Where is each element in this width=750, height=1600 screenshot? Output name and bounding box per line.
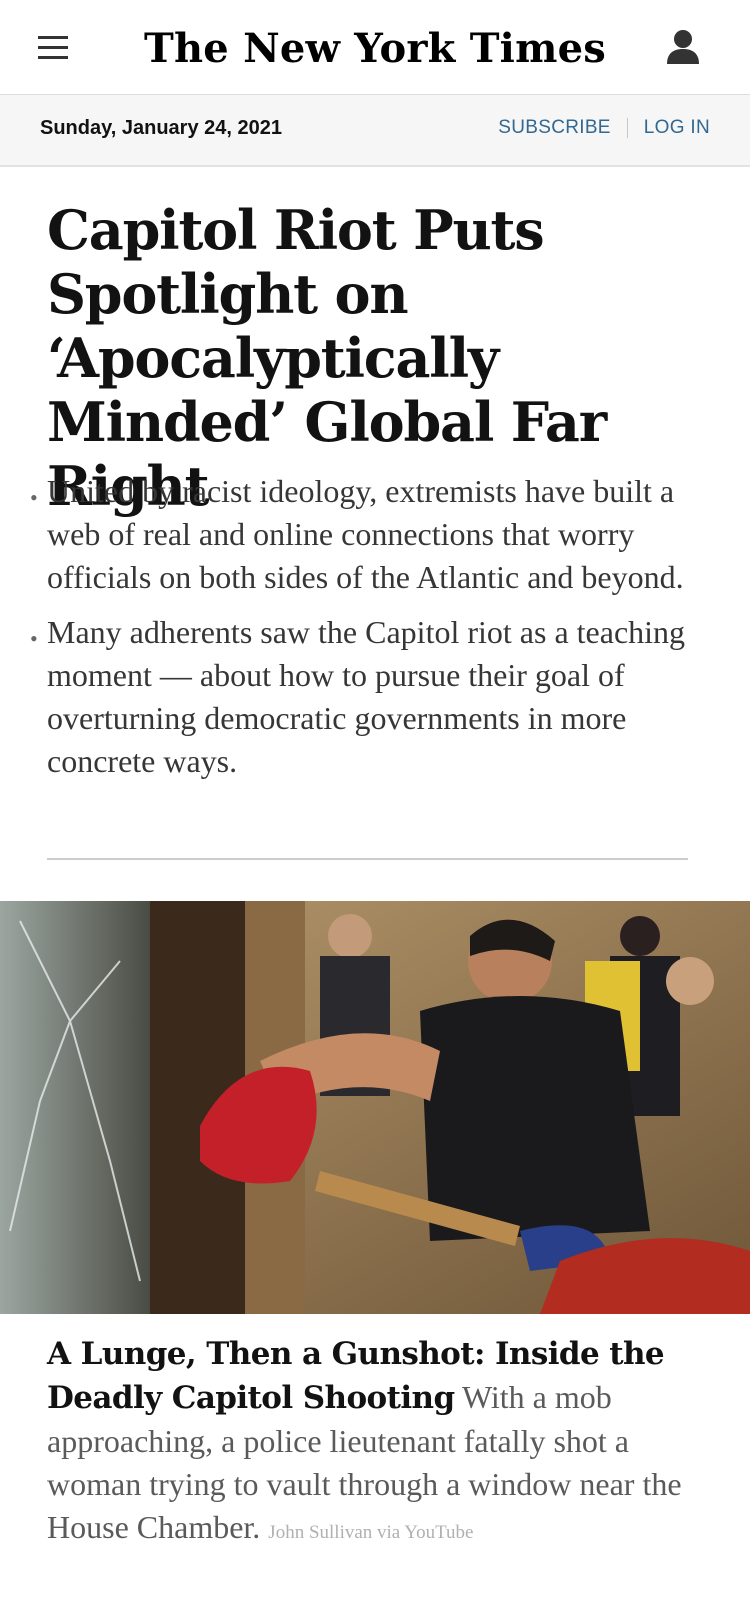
- subscribe-link[interactable]: SUBSCRIBE: [498, 117, 611, 139]
- bullet-dot: •: [30, 485, 38, 510]
- second-story: A Lunge, Then a Gunshot: Inside the Dead…: [47, 1332, 697, 1554]
- date-bar: Sunday, January 24, 2021 SUBSCRIBE LOG I…: [0, 95, 750, 167]
- story-photo[interactable]: [0, 901, 750, 1314]
- current-date: Sunday, January 24, 2021: [40, 117, 282, 139]
- login-link[interactable]: LOG IN: [644, 117, 710, 139]
- section-divider: [47, 858, 688, 860]
- photo-credit: John Sullivan via YouTube: [268, 1522, 474, 1543]
- summary-text: United by racist ideology, extremists ha…: [47, 473, 684, 595]
- summary-item: • United by racist ideology, extremists …: [30, 470, 700, 599]
- divider: [626, 118, 628, 138]
- hamburger-menu-icon[interactable]: [38, 36, 68, 60]
- photo-illustration: [0, 901, 750, 1314]
- top-header: The New York Times: [0, 0, 750, 95]
- masthead-logo[interactable]: The New York Times: [144, 18, 606, 78]
- summary-item: • Many adherents saw the Capitol riot as…: [30, 611, 700, 783]
- user-account-icon[interactable]: [666, 28, 700, 66]
- summary-text: Many adherents saw the Capitol riot as a…: [47, 614, 686, 779]
- lead-summary-list: • United by racist ideology, extremists …: [30, 470, 700, 795]
- bullet-dot: •: [30, 626, 38, 651]
- auth-links: SUBSCRIBE LOG IN: [498, 117, 710, 139]
